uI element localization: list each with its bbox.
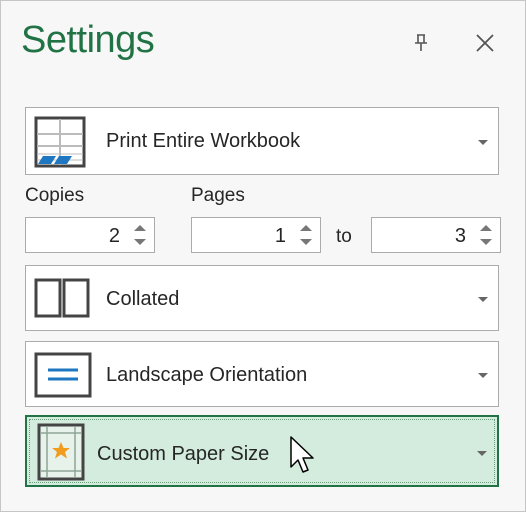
orientation-label: Landscape Orientation (106, 364, 308, 386)
pages-from-stepper[interactable]: 1 (191, 217, 321, 253)
copies-down-arrow-icon[interactable] (134, 239, 146, 245)
collation-label: Collated (106, 288, 180, 310)
pages-to-stepper[interactable]: 3 (371, 217, 501, 253)
pin-button[interactable] (403, 25, 439, 61)
chevron-down-icon (478, 140, 488, 145)
chevron-down-icon (477, 451, 487, 456)
pages-to-down-arrow-icon[interactable] (480, 239, 492, 245)
print-what-label: Print Entire Workbook (106, 130, 301, 152)
paper-size-label: Custom Paper Size (97, 443, 270, 465)
paper-size-dropdown[interactable]: Custom Paper Size (25, 415, 499, 487)
copies-value: 2 (108, 225, 120, 247)
pages-from-value: 1 (274, 225, 286, 247)
landscape-icon (34, 352, 92, 398)
pages-from-up-arrow-icon[interactable] (300, 225, 312, 231)
collation-dropdown[interactable]: Collated (25, 265, 499, 331)
pages-from-down-arrow-icon[interactable] (300, 239, 312, 245)
settings-panel: Settings Print Entire Workbook Copies Pa… (0, 0, 526, 512)
chevron-down-icon (478, 373, 488, 378)
pages-to-value: 3 (454, 225, 466, 247)
pages-to-up-arrow-icon[interactable] (480, 225, 492, 231)
orientation-dropdown[interactable]: Landscape Orientation (25, 341, 499, 407)
custom-paper-icon (37, 423, 85, 481)
page-title: Settings (21, 19, 155, 61)
workbook-icon (34, 116, 86, 168)
copies-up-arrow-icon[interactable] (134, 225, 146, 231)
pages-to-label: to (336, 226, 352, 247)
close-button[interactable] (467, 25, 503, 61)
pin-icon (415, 34, 427, 51)
pages-label: Pages (191, 185, 245, 206)
copies-stepper[interactable]: 2 (25, 217, 155, 253)
print-what-dropdown[interactable]: Print Entire Workbook (25, 107, 499, 175)
close-icon (476, 34, 494, 52)
chevron-down-icon (478, 297, 488, 302)
mouse-pointer-icon (290, 436, 314, 473)
copies-label: Copies (25, 185, 85, 206)
collated-icon (34, 278, 90, 318)
